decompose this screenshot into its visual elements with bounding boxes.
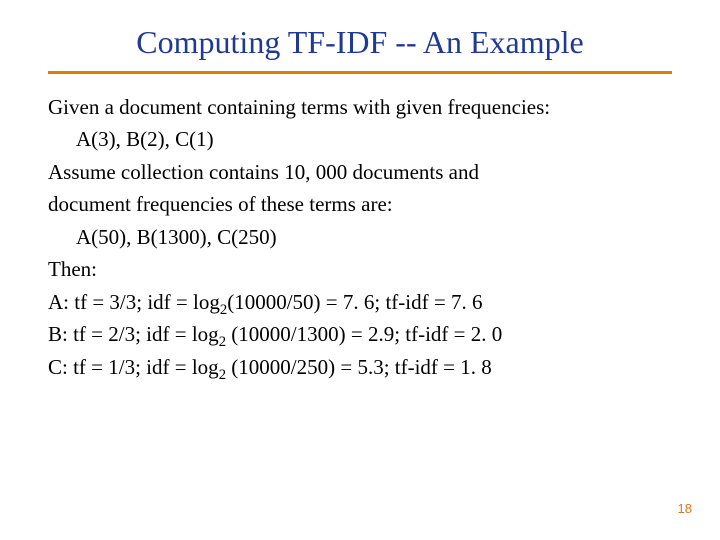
- calc-rest: (10000/250) = 5.3; tf-idf = 1. 8: [226, 355, 492, 379]
- subscript: 2: [219, 334, 226, 350]
- calc-label: A: tf = 3/3; idf = log: [48, 290, 220, 314]
- slide: Computing TF-IDF -- An Example Given a d…: [0, 0, 720, 540]
- calc-rest: (10000/1300) = 2.9; tf-idf = 2. 0: [226, 322, 502, 346]
- page-number: 18: [678, 501, 692, 516]
- title-underline: [48, 71, 672, 74]
- calc-row-c: C: tf = 1/3; idf = log2 (10000/250) = 5.…: [48, 352, 672, 382]
- body-line-indent: A(3), B(2), C(1): [48, 124, 672, 154]
- calc-rest: (10000/50) = 7. 6; tf-idf = 7. 6: [227, 290, 482, 314]
- calc-label: C: tf = 1/3; idf = log: [48, 355, 219, 379]
- calc-label: B: tf = 2/3; idf = log: [48, 322, 219, 346]
- calc-row-a: A: tf = 3/3; idf = log2(10000/50) = 7. 6…: [48, 287, 672, 317]
- calc-row-b: B: tf = 2/3; idf = log2 (10000/1300) = 2…: [48, 319, 672, 349]
- body-line: document frequencies of these terms are:: [48, 189, 672, 219]
- body-line: Given a document containing terms with g…: [48, 92, 672, 122]
- body-line: Assume collection contains 10, 000 docum…: [48, 157, 672, 187]
- body-line: Then:: [48, 254, 672, 284]
- subscript: 2: [219, 367, 226, 383]
- body-line-indent: A(50), B(1300), C(250): [48, 222, 672, 252]
- slide-title: Computing TF-IDF -- An Example: [48, 24, 672, 61]
- slide-body: Given a document containing terms with g…: [48, 92, 672, 382]
